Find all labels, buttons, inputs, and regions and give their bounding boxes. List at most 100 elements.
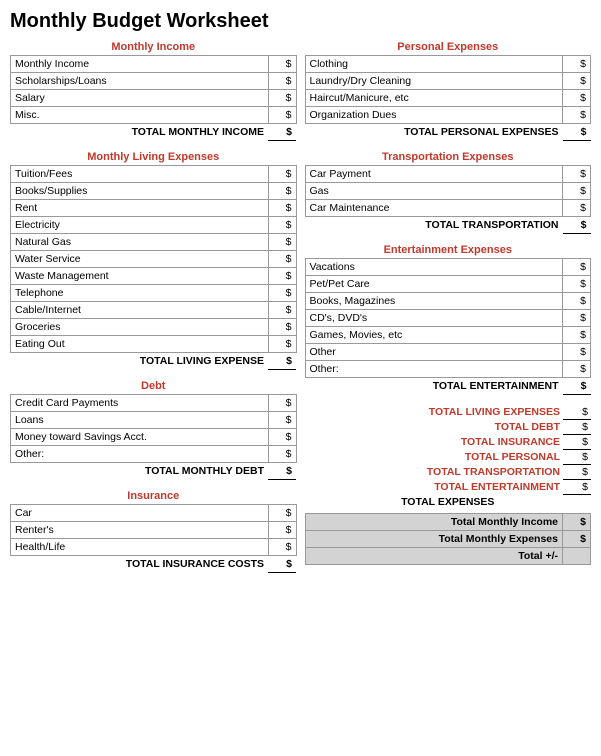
total-expenses-label-row: TOTAL EXPENSES: [305, 495, 592, 510]
personal-expenses-total-dollar: $: [563, 124, 591, 141]
transportation-total-label: TOTAL TRANSPORTATION: [305, 217, 563, 234]
table-row: Pet/Pet Care $: [305, 276, 591, 293]
table-row: Natural Gas $: [11, 234, 297, 251]
row-dollar: $: [563, 200, 591, 217]
summary-section: TOTAL LIVING EXPENSES $ TOTAL DEBT $ TOT…: [305, 405, 592, 565]
row-label: Money toward Savings Acct.: [11, 429, 269, 446]
table-row: Books/Supplies $: [11, 183, 297, 200]
entertainment-total-row: TOTAL ENTERTAINMENT $: [305, 378, 591, 395]
row-label: Telephone: [11, 285, 269, 302]
insurance-total-row: TOTAL INSURANCE COSTS $: [11, 556, 297, 573]
living-expenses-total-dollar: $: [268, 353, 296, 370]
table-row: Rent $: [11, 200, 297, 217]
personal-expenses-total-row: TOTAL PERSONAL EXPENSES $: [305, 124, 591, 141]
left-column: Monthly Income Monthly Income $ Scholars…: [10, 41, 297, 583]
transportation-title: Transportation Expenses: [305, 151, 592, 163]
row-label: Scholarships/Loans: [11, 73, 269, 90]
row-dollar: $: [268, 429, 296, 446]
row-dollar: $: [268, 166, 296, 183]
row-dollar: $: [563, 259, 591, 276]
debt-table: Credit Card Payments $ Loans $ Money tow…: [10, 394, 297, 480]
row-dollar: $: [268, 522, 296, 539]
debt-total-label: TOTAL MONTHLY DEBT: [11, 463, 269, 480]
row-dollar: $: [268, 446, 296, 463]
table-row: Car Payment $: [305, 166, 591, 183]
row-label: Haircut/Manicure, etc: [305, 90, 563, 107]
grand-label: Total +/-: [305, 548, 563, 565]
summary-dollar: $: [563, 480, 591, 495]
row-label: Vacations: [305, 259, 563, 276]
monthly-income-total-row: TOTAL MONTHLY INCOME $: [11, 124, 297, 141]
table-row: Clothing $: [305, 56, 591, 73]
grand-label: Total Monthly Expenses: [305, 531, 563, 548]
row-label: Cable/Internet: [11, 302, 269, 319]
row-label: Car: [11, 505, 269, 522]
row-label: Books, Magazines: [305, 293, 563, 310]
table-row: CD's, DVD's $: [305, 310, 591, 327]
row-label: Renter's: [11, 522, 269, 539]
monthly-income-section: Monthly Income Monthly Income $ Scholars…: [10, 41, 297, 141]
summary-row: TOTAL TRANSPORTATION $: [305, 465, 592, 480]
table-row: Books, Magazines $: [305, 293, 591, 310]
row-label: Misc.: [11, 107, 269, 124]
row-dollar: $: [268, 107, 296, 124]
row-label: Books/Supplies: [11, 183, 269, 200]
table-row: Games, Movies, etc $: [305, 327, 591, 344]
summary-dollar: $: [563, 435, 591, 450]
row-dollar: $: [563, 293, 591, 310]
row-label: Other: [305, 344, 563, 361]
table-row: Organization Dues $: [305, 107, 591, 124]
table-row: Tuition/Fees $: [11, 166, 297, 183]
row-dollar: $: [268, 505, 296, 522]
table-row: Credit Card Payments $: [11, 395, 297, 412]
monthly-income-total-dollar: $: [268, 124, 296, 141]
table-row: Eating Out $: [11, 336, 297, 353]
table-row: Gas $: [305, 183, 591, 200]
living-expenses-total-row: TOTAL LIVING EXPENSE $: [11, 353, 297, 370]
summary-row: TOTAL INSURANCE $: [305, 435, 592, 450]
summary-row: TOTAL ENTERTAINMENT $: [305, 480, 592, 495]
summary-dollar: $: [563, 420, 591, 435]
living-expenses-title: Monthly Living Expenses: [10, 151, 297, 163]
transportation-section: Transportation Expenses Car Payment $ Ga…: [305, 151, 592, 234]
row-dollar: $: [563, 56, 591, 73]
summary-label: TOTAL TRANSPORTATION: [305, 465, 564, 480]
table-row: Cable/Internet $: [11, 302, 297, 319]
row-label: Monthly Income: [11, 56, 269, 73]
row-label: Other:: [305, 361, 563, 378]
summary-table: TOTAL LIVING EXPENSES $ TOTAL DEBT $ TOT…: [305, 405, 592, 509]
grand-label: Total Monthly Income: [305, 514, 563, 531]
table-row: Money toward Savings Acct. $: [11, 429, 297, 446]
row-label: Gas: [305, 183, 563, 200]
row-dollar: $: [268, 395, 296, 412]
table-row: Health/Life $: [11, 539, 297, 556]
row-label: Natural Gas: [11, 234, 269, 251]
living-expenses-section: Monthly Living Expenses Tuition/Fees $ B…: [10, 151, 297, 370]
row-dollar: $: [268, 90, 296, 107]
debt-total-row: TOTAL MONTHLY DEBT $: [11, 463, 297, 480]
table-row: Car Maintenance $: [305, 200, 591, 217]
row-dollar: $: [268, 73, 296, 90]
personal-expenses-title: Personal Expenses: [305, 41, 592, 53]
table-row: Car $: [11, 505, 297, 522]
row-dollar: $: [268, 412, 296, 429]
summary-dollar: $: [563, 465, 591, 480]
summary-row: TOTAL PERSONAL $: [305, 450, 592, 465]
row-dollar: $: [563, 344, 591, 361]
row-label: Car Maintenance: [305, 200, 563, 217]
grand-total-row: Total Monthly Expenses $: [305, 531, 591, 548]
table-row: Vacations $: [305, 259, 591, 276]
summary-label: TOTAL INSURANCE: [305, 435, 564, 450]
row-label: Salary: [11, 90, 269, 107]
row-label: Clothing: [305, 56, 563, 73]
insurance-table: Car $ Renter's $ Health/Life $ TOTAL INS…: [10, 504, 297, 573]
table-row: Scholarships/Loans $: [11, 73, 297, 90]
row-dollar: $: [268, 200, 296, 217]
row-label: Waste Management: [11, 268, 269, 285]
row-label: Car Payment: [305, 166, 563, 183]
grand-total-row: Total +/-: [305, 548, 591, 565]
transportation-total-dollar: $: [563, 217, 591, 234]
row-dollar: $: [563, 73, 591, 90]
debt-total-dollar: $: [268, 463, 296, 480]
total-expenses-label: TOTAL EXPENSES: [305, 495, 592, 510]
